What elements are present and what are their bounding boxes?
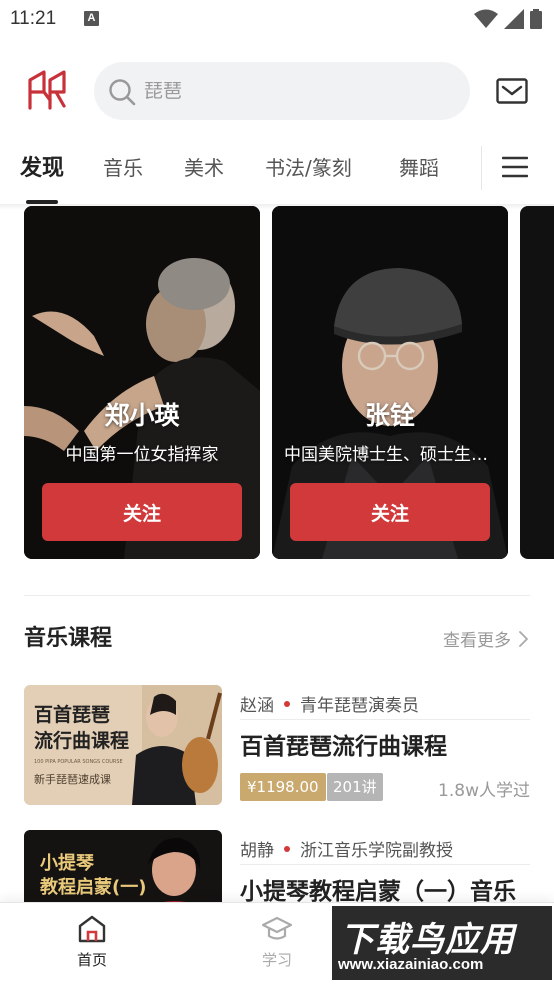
search-input[interactable]: [144, 62, 444, 120]
learners-count: 1.8w人学过: [438, 781, 530, 801]
price-tag: ¥1198.00: [240, 773, 326, 801]
header: [0, 58, 554, 124]
lessons-tag: 201讲: [327, 773, 383, 801]
thumb-tag: 新手琵琶速成课: [34, 773, 111, 786]
teacher-desc: 中国美院博士生、硕士生导师: [284, 445, 496, 465]
course-item[interactable]: 小提琴 教程启蒙(一) 胡静 浙江音乐学院副教授 小提琴教程启蒙（一）音乐: [0, 830, 554, 902]
thumb-title-line: 流行曲课程: [34, 729, 130, 752]
menu-icon[interactable]: [502, 156, 528, 178]
thumb-subtitle: 100 PIPA POPULAR SONGS COURSE: [34, 759, 123, 765]
study-icon: [261, 916, 293, 940]
tab-dance[interactable]: 舞蹈: [399, 152, 439, 181]
course-title: 小提琴教程启蒙（一）音乐: [240, 879, 516, 902]
course-teacher-title: 浙江音乐学院副教授: [300, 841, 453, 861]
course-title: 百首琵琶流行曲课程: [240, 734, 447, 760]
notification-badge: A: [84, 11, 99, 26]
teacher-name: 郑小瑛: [104, 401, 180, 430]
meta-divider: [240, 719, 530, 720]
category-tabs: 发现 音乐 美术 书法/篆刻 舞蹈: [0, 140, 554, 204]
tab-divider: [481, 146, 482, 190]
thumb-title-line: 小提琴: [40, 853, 94, 874]
battery-icon: [530, 9, 542, 29]
nav-label-study: 学习: [261, 951, 292, 969]
tab-art[interactable]: 美术: [184, 152, 224, 181]
course-teacher-meta: 胡静 浙江音乐学院副教授: [240, 836, 453, 861]
separator-dot: [284, 845, 290, 852]
mail-icon[interactable]: [496, 78, 528, 104]
course-teacher-title: 青年琵琶演奏员: [300, 696, 419, 716]
see-more-link[interactable]: 查看更多: [443, 626, 528, 651]
nav-item-home[interactable]: 首页: [52, 913, 132, 970]
search-icon: [109, 79, 136, 106]
course-teacher-name: 赵涵: [240, 696, 274, 716]
thumb-title-line: 教程启蒙(一): [40, 877, 147, 899]
tab-music[interactable]: 音乐: [103, 152, 143, 181]
separator-dot: [284, 700, 290, 707]
teacher-name: 张铨: [364, 401, 415, 430]
tab-calligraphy[interactable]: 书法/篆刻: [265, 152, 352, 181]
featured-card[interactable]: 张铨 中国美院博士生、硕士生导师 关注: [272, 206, 508, 559]
nav-item-study[interactable]: 学习: [237, 913, 317, 970]
section-divider: [24, 595, 530, 596]
thumb-title-line: 百首琵琶: [34, 704, 111, 726]
watermark-url: www.xiazainiao.com: [338, 956, 484, 973]
chevron-right-icon: [519, 630, 528, 647]
featured-card-peek[interactable]: [520, 206, 554, 559]
section-title: 音乐课程: [24, 626, 113, 651]
status-bar: 11:21 A: [0, 0, 554, 40]
wifi-icon: [474, 9, 498, 28]
teacher-desc: 中国第一位女指挥家: [65, 445, 219, 465]
featured-carousel[interactable]: 郑小瑛 中国第一位女指挥家 关注 张铨 中国美院博士生、硕士生导师 关注: [0, 206, 554, 560]
status-icons: [474, 9, 542, 29]
tab-discover[interactable]: 发现: [20, 150, 64, 182]
watermark-title: 下载鸟应用: [340, 920, 515, 960]
nav-label-home: 首页: [76, 951, 107, 969]
see-more-label: 查看更多: [443, 631, 511, 651]
search-bar[interactable]: [94, 62, 470, 120]
status-time: 11:21: [10, 8, 57, 29]
course-teacher-name: 胡静: [240, 841, 274, 861]
course-thumbnail: 百首琵琶 流行曲课程 100 PIPA POPULAR SONGS COURSE…: [24, 685, 222, 805]
follow-button[interactable]: 关注: [290, 483, 490, 541]
follow-button[interactable]: 关注: [42, 483, 242, 541]
meta-divider: [240, 864, 530, 865]
course-thumbnail: 小提琴 教程启蒙(一): [24, 830, 222, 902]
course-teacher-meta: 赵涵 青年琵琶演奏员: [240, 691, 419, 716]
featured-card[interactable]: 郑小瑛 中国第一位女指挥家 关注: [24, 206, 260, 559]
signal-icon: [504, 9, 524, 29]
site-watermark: 下载鸟应用 www.xiazainiao.com: [332, 906, 552, 980]
home-icon: [78, 915, 106, 943]
app-logo-icon[interactable]: [26, 70, 68, 110]
course-item[interactable]: 百首琵琶 流行曲课程 100 PIPA POPULAR SONGS COURSE…: [0, 685, 554, 815]
